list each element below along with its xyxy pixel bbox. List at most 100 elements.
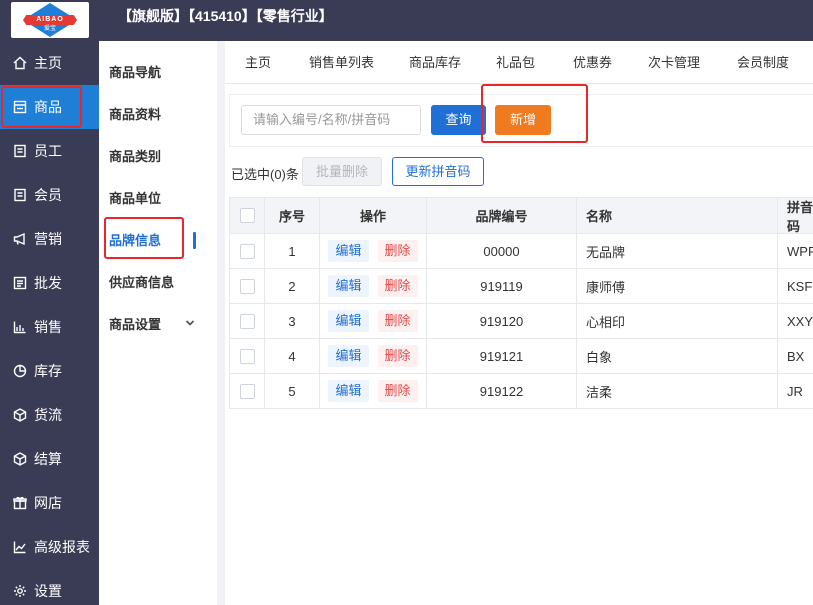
sidebar-item-label: 员工 [34,143,62,159]
subnav-item-goods-nav[interactable]: 商品导航 [109,63,161,83]
selected-count: 已选中(0)条 [231,167,299,182]
subnav-item-goods-settings[interactable]: 商品设置 [109,315,161,335]
row-select-cell [229,374,265,409]
active-indicator [193,232,196,249]
edit-button[interactable]: 编辑 [328,310,369,332]
actions-cell: 编辑 删除 [320,234,427,269]
sidebar-item-label: 主页 [34,55,62,71]
sidebar-item-label: 高级报表 [34,539,90,555]
page-tabs: 主页 销售单列表 商品库存 礼品包 优惠券 次卡管理 会员制度 [225,41,813,84]
row-checkbox[interactable] [239,278,255,294]
column-header: 拼音码 [778,197,813,234]
sidebar-item-label: 设置 [34,583,62,599]
brand-name-cell: 洁柔 [577,374,778,409]
row-checkbox[interactable] [239,313,255,329]
cube-icon [12,407,28,423]
seq-cell: 1 [265,234,320,269]
tab-gift-package[interactable]: 礼品包 [496,41,535,84]
logo-text: AIBAO [36,16,64,23]
column-header: 序号 [265,197,320,234]
edit-button[interactable]: 编辑 [328,240,369,262]
gear-icon [12,583,28,599]
wholesale-icon [12,275,28,291]
tab-count-card[interactable]: 次卡管理 [648,41,700,84]
seq-cell: 5 [265,374,320,409]
subnav-item-brand-info[interactable]: 品牌信息 [109,231,161,251]
employee-icon [12,143,28,159]
sidebar-item-wholesale[interactable]: 批发 [0,261,99,305]
subnav-item-goods-category[interactable]: 商品类别 [109,147,161,167]
row-checkbox[interactable] [239,243,255,259]
batch-delete-button[interactable]: 批量删除 [302,157,382,186]
pinyin-cell: WPP [778,234,813,269]
seq-cell: 2 [265,269,320,304]
seq-cell: 4 [265,339,320,374]
update-pinyin-button[interactable]: 更新拼音码 [392,157,484,186]
pinyin-cell: KSF [778,269,813,304]
sidebar-item-label: 会员 [34,187,62,203]
row-select-cell [229,269,265,304]
brand-name-cell: 无品牌 [577,234,778,269]
sidebar-item-settings[interactable]: 设置 [0,569,99,605]
home-icon [12,55,28,71]
sidebar-item-goods[interactable]: 商品 [0,85,99,129]
sidebar-item-home[interactable]: 主页 [0,41,99,85]
query-button[interactable]: 查询 [431,105,486,135]
sidebar-item-online-store[interactable]: 网店 [0,481,99,525]
brand-name-cell: 心相印 [577,304,778,339]
pinyin-cell: XXY [778,304,813,339]
tab-home[interactable]: 主页 [245,41,271,84]
main-sidebar: 主页 商品 员工 会员 营销 批发 销售 库存 货流 结算 网店 高级报表 设置 [0,41,99,605]
pinyin-cell: JR [778,374,813,409]
add-button[interactable]: 新增 [495,105,551,135]
store-title: 【旗舰版】【415410】【零售行业】 [118,8,333,24]
brand-code-cell: 919120 [427,304,577,339]
cube-icon [12,451,28,467]
sidebar-item-inventory[interactable]: 库存 [0,349,99,393]
aibao-logo[interactable]: AIBAO 爱宝 [11,2,89,38]
select-all-cell [229,197,265,234]
select-all-checkbox[interactable] [239,208,255,223]
edit-button[interactable]: 编辑 [328,345,369,367]
edit-button[interactable]: 编辑 [328,275,369,297]
sidebar-item-sales[interactable]: 销售 [0,305,99,349]
tab-goods-stock[interactable]: 商品库存 [409,41,461,84]
edit-button[interactable]: 编辑 [328,380,369,402]
goods-subnav: 商品导航 商品资料 商品类别 商品单位 品牌信息 供应商信息 商品设置 [99,41,217,605]
brand-code-cell: 919119 [427,269,577,304]
tab-member-system[interactable]: 会员制度 [737,41,789,84]
row-checkbox[interactable] [239,348,255,364]
delete-button[interactable]: 删除 [377,380,418,402]
sidebar-item-advanced-reports[interactable]: 高级报表 [0,525,99,569]
sidebar-item-logistics[interactable]: 货流 [0,393,99,437]
delete-button[interactable]: 删除 [377,345,418,367]
pinyin-cell: BX [778,339,813,374]
sidebar-item-member[interactable]: 会员 [0,173,99,217]
subnav-item-goods-info[interactable]: 商品资料 [109,105,161,125]
megaphone-icon [12,231,28,247]
tab-coupon[interactable]: 优惠券 [573,41,612,84]
row-checkbox[interactable] [239,383,255,399]
brand-name-cell: 白象 [577,339,778,374]
search-input[interactable]: 请输入编号/名称/拼音码 [241,105,421,135]
goods-icon [12,99,28,115]
sidebar-item-employee[interactable]: 员工 [0,129,99,173]
column-header: 品牌编号 [427,197,577,234]
column-header: 名称 [577,197,778,234]
subnav-item-goods-unit[interactable]: 商品单位 [109,189,161,209]
sidebar-item-label: 销售 [34,319,62,335]
tab-sales-order-list[interactable]: 销售单列表 [309,41,374,84]
delete-button[interactable]: 删除 [377,275,418,297]
line-chart-icon [12,539,28,555]
logo-mark: AIBAO 爱宝 [23,3,77,37]
delete-button[interactable]: 删除 [377,240,418,262]
logo-subtext: 爱宝 [43,26,56,32]
sidebar-item-marketing[interactable]: 营销 [0,217,99,261]
sidebar-item-settlement[interactable]: 结算 [0,437,99,481]
delete-button[interactable]: 删除 [377,310,418,332]
chevron-down-icon[interactable] [185,318,195,328]
sidebar-item-label: 营销 [34,231,62,247]
seq-cell: 3 [265,304,320,339]
subnav-item-supplier-info[interactable]: 供应商信息 [109,273,174,293]
sidebar-item-label: 商品 [34,99,62,115]
